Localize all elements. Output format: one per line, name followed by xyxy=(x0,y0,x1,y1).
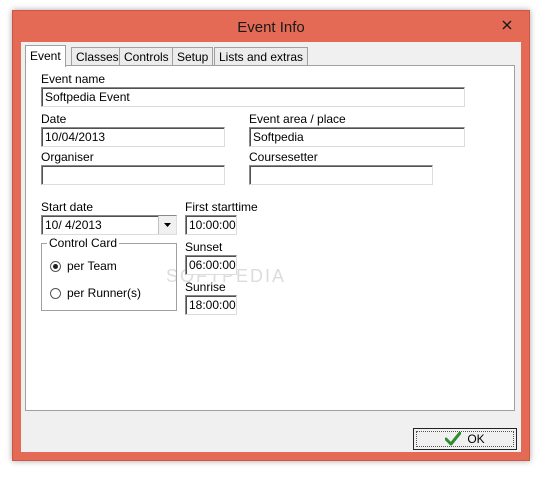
event-info-window: Event Info Event Classes Controls Setup … xyxy=(12,10,530,461)
organiser-input[interactable] xyxy=(41,165,225,185)
event-area-input[interactable]: Softpedia xyxy=(249,127,465,147)
tab-controls[interactable]: Controls xyxy=(119,47,174,65)
chevron-down-icon xyxy=(164,223,171,227)
per-team-label: per Team xyxy=(67,259,117,273)
per-runner-label: per Runner(s) xyxy=(67,286,142,300)
control-card-title: Control Card xyxy=(47,236,120,250)
start-date-combo[interactable]: 10/ 4/2013 xyxy=(41,215,177,235)
date-input[interactable]: 10/04/2013 xyxy=(41,127,225,147)
ok-button[interactable]: OK xyxy=(413,428,517,450)
per-runner-radio[interactable]: per Runner(s) xyxy=(50,286,141,300)
tab-lists-and-extras[interactable]: Lists and extras xyxy=(214,47,309,65)
first-starttime-label: First starttime xyxy=(185,200,258,214)
sunset-input[interactable]: 06:00:00 xyxy=(185,255,237,275)
event-name-input[interactable]: Softpedia Event xyxy=(41,87,465,107)
window-title: Event Info xyxy=(237,19,305,36)
sunrise-label: Sunrise xyxy=(185,280,226,294)
start-date-dropdown-button[interactable] xyxy=(158,216,176,234)
control-card-group: Control Card per Team per Runner(s) xyxy=(41,236,177,311)
ok-label: OK xyxy=(467,432,485,446)
start-date-label: Start date xyxy=(41,200,94,214)
checkmark-icon xyxy=(445,432,462,446)
event-name-label: Event name xyxy=(41,72,106,86)
event-tab-panel: SOFTPEDIA Event name Softpedia Event Dat… xyxy=(25,65,515,411)
first-starttime-input[interactable]: 10:00:00 xyxy=(185,215,237,235)
close-icon xyxy=(502,20,512,30)
start-date-value: 10/ 4/2013 xyxy=(45,218,102,232)
tab-setup[interactable]: Setup xyxy=(172,47,214,65)
close-button[interactable] xyxy=(493,15,521,35)
coursesetter-input[interactable] xyxy=(249,165,433,185)
radio-unselected-icon xyxy=(50,287,61,299)
tab-classes[interactable]: Classes xyxy=(71,47,124,65)
organiser-label: Organiser xyxy=(41,150,94,164)
per-team-radio[interactable]: per Team xyxy=(50,259,117,273)
date-label: Date xyxy=(41,112,67,126)
dialog-client-area: Event Classes Controls Setup Lists and e… xyxy=(21,42,521,452)
coursesetter-label: Coursesetter xyxy=(249,150,318,164)
event-area-label: Event area / place xyxy=(249,112,346,126)
sunset-label: Sunset xyxy=(185,240,223,254)
title-bar[interactable]: Event Info xyxy=(13,11,529,44)
radio-selected-icon xyxy=(50,260,61,272)
tab-event[interactable]: Event xyxy=(25,45,66,67)
sunrise-input[interactable]: 18:00:00 xyxy=(185,295,237,315)
